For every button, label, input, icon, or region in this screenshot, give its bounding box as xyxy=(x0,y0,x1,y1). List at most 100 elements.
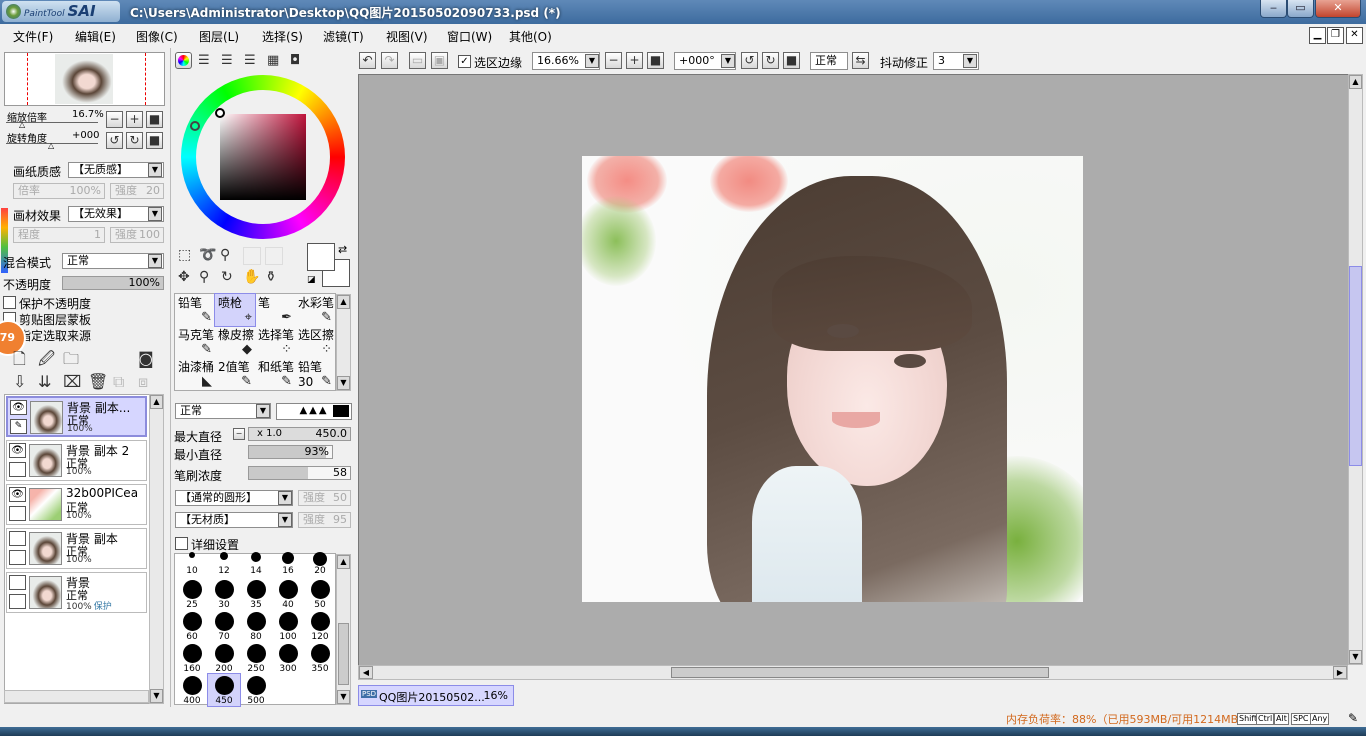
scratchpad-tab-icon[interactable]: ◘ xyxy=(290,52,300,69)
navigator-preview[interactable] xyxy=(4,52,165,106)
rotate-right-icon[interactable]: ↻ xyxy=(126,132,143,149)
rotate-slider-handle[interactable]: △ xyxy=(48,141,54,150)
hue-picker-handle[interactable] xyxy=(190,121,200,131)
brush-shape-select[interactable]: 【通常的圆形】 xyxy=(175,490,293,506)
size-scroll-down-icon[interactable]: ▼ xyxy=(337,690,350,704)
layer-lock-icon[interactable] xyxy=(9,462,26,477)
user-swatch-tab-icon[interactable]: ▦ xyxy=(267,52,279,69)
undo-icon[interactable]: ↶ xyxy=(359,52,376,69)
rotate-left-icon[interactable]: ↺ xyxy=(106,132,123,149)
rotate-view-icon[interactable]: ↻ xyxy=(221,269,233,286)
blend-mode-dropdown-icon[interactable]: ▼ xyxy=(148,254,162,268)
clear-layer-icon[interactable]: ⌧ xyxy=(63,373,81,390)
eye-icon[interactable]: 👁 xyxy=(10,400,27,415)
maximize-button[interactable]: ▭ xyxy=(1287,0,1314,18)
tool-7[interactable]: 选区擦 ⁘ xyxy=(295,326,335,358)
size-scroll-thumb[interactable] xyxy=(338,623,349,685)
brush-texture-select[interactable]: 【无材质】 xyxy=(175,512,293,528)
canvas-scroll-left-icon[interactable]: ◀ xyxy=(359,666,373,679)
tool-3[interactable]: 水彩笔 ✎ xyxy=(295,294,335,326)
transfer-down-icon[interactable]: ⇩ xyxy=(13,373,26,390)
document-tab[interactable]: PSD QQ图片20150502... 16% xyxy=(358,685,514,706)
tool-8[interactable]: 油漆桶 ◣ xyxy=(175,358,215,390)
color-picker-handle[interactable] xyxy=(215,108,225,118)
tool-list-scrollbar[interactable]: ▲ ▼ xyxy=(336,294,351,391)
brush-size-option[interactable]: 160 xyxy=(176,642,208,674)
brush-size-option[interactable]: 60 xyxy=(176,610,208,642)
layer-row[interactable]: 背景 正常 100% 保护 xyxy=(6,572,147,613)
delete-layer-icon[interactable]: 🗑 xyxy=(88,373,108,390)
brush-mode-dropdown-icon[interactable]: ▼ xyxy=(256,404,270,418)
menu-item-5[interactable]: 滤镜(T) xyxy=(323,28,364,45)
layer-row[interactable]: 👁 ✎ 背景 副本... 正常 100% xyxy=(6,396,147,437)
toolbar-rotate-dropdown-icon[interactable]: ▼ xyxy=(721,54,735,68)
toolbar-zoom-dropdown-icon[interactable]: ▼ xyxy=(585,54,599,68)
tool-2[interactable]: 笔 ✒ xyxy=(255,294,295,326)
swap-colors-icon[interactable]: ⇄ xyxy=(338,243,347,256)
brush-size-option[interactable]: 120 xyxy=(304,610,336,642)
canvas-image[interactable] xyxy=(582,156,1083,602)
menu-item-4[interactable]: 选择(S) xyxy=(262,28,303,45)
toolbar-zoom-reset-icon[interactable]: ■ xyxy=(647,52,664,69)
brush-size-option[interactable]: 100 xyxy=(272,610,304,642)
canvas-scroll-up-icon[interactable]: ▲ xyxy=(1349,75,1362,89)
magic-wand-icon[interactable]: ⚲ xyxy=(220,247,230,264)
toolbar-rotate-reset-icon[interactable]: ■ xyxy=(783,52,800,69)
toolbar-zoom-out-icon[interactable]: − xyxy=(605,52,622,69)
brush-edge-hard-selected[interactable] xyxy=(333,405,349,417)
max-size-slider[interactable]: x 1.0 450.0 xyxy=(248,427,351,441)
stabilizer-dropdown-icon[interactable]: ▼ xyxy=(963,54,977,68)
tool-10[interactable]: 和纸笔 ✎ xyxy=(255,358,295,390)
lasso-icon[interactable]: ➰ xyxy=(199,247,216,264)
brush-texture-dropdown-icon[interactable]: ▼ xyxy=(278,513,292,527)
brush-shape-dropdown-icon[interactable]: ▼ xyxy=(278,491,292,505)
eye-hidden-icon[interactable] xyxy=(9,531,26,546)
menu-item-6[interactable]: 视图(V) xyxy=(386,28,428,45)
tool-5[interactable]: 橡皮擦 ◆ xyxy=(215,326,255,358)
brush-size-option[interactable]: 25 xyxy=(176,578,208,610)
eye-hidden-icon[interactable] xyxy=(9,575,26,590)
brush-size-option[interactable]: 450 xyxy=(207,673,241,707)
mdi-minimize-button[interactable]: ▁ xyxy=(1309,27,1326,44)
tool-scroll-up-icon[interactable]: ▲ xyxy=(337,295,350,309)
layer-list-hscrollbar[interactable] xyxy=(4,690,149,703)
menu-item-8[interactable]: 其他(O) xyxy=(509,28,552,45)
menu-item-0[interactable]: 文件(F) xyxy=(13,28,53,45)
minimize-button[interactable]: ‒ xyxy=(1260,0,1287,18)
advanced-settings-checkbox[interactable] xyxy=(175,537,188,550)
brush-size-option[interactable]: 300 xyxy=(272,642,304,674)
toolbar-mode-button[interactable]: 正常 xyxy=(810,52,848,70)
layer-option-checkbox-0[interactable] xyxy=(3,296,16,309)
canvas-scroll-right-icon[interactable]: ▶ xyxy=(1333,666,1347,679)
canvas-area[interactable] xyxy=(358,74,1348,665)
brush-size-option[interactable]: 10 xyxy=(176,552,208,576)
eye-icon[interactable]: 👁 xyxy=(9,443,26,458)
zoom-reset-icon[interactable]: ■ xyxy=(146,111,163,128)
canvas-vscrollbar[interactable]: ▲ ▼ xyxy=(1348,74,1363,665)
layer-row[interactable]: 背景 副本 正常 100% xyxy=(6,528,147,569)
brush-size-option[interactable]: 40 xyxy=(272,578,304,610)
brush-size-option[interactable]: 30 xyxy=(208,578,240,610)
menu-item-3[interactable]: 图层(L) xyxy=(199,28,239,45)
canvas-hscrollbar[interactable]: ◀ ▶ xyxy=(358,665,1348,680)
toolbar-rotate-right-icon[interactable]: ↻ xyxy=(762,52,779,69)
paper-texture-dropdown-icon[interactable]: ▼ xyxy=(148,163,162,177)
mdi-restore-button[interactable]: ❐ xyxy=(1327,27,1344,44)
tool-11[interactable]: 铅笔30 ✎ xyxy=(295,358,335,390)
brush-lock-icon[interactable]: ✎ xyxy=(10,419,27,434)
zoom-slider-handle[interactable]: △ xyxy=(19,120,25,129)
brush-size-option[interactable]: 12 xyxy=(208,552,240,576)
rotate-reset-icon[interactable]: ■ xyxy=(146,132,163,149)
zoom-out-icon[interactable]: − xyxy=(106,111,123,128)
brush-size-option[interactable]: 80 xyxy=(240,610,272,642)
brush-size-option[interactable]: 400 xyxy=(176,674,208,706)
menu-item-2[interactable]: 图像(C) xyxy=(136,28,178,45)
max-size-toggle-icon[interactable]: − xyxy=(233,428,245,440)
merge-down-icon[interactable]: ⇊ xyxy=(38,373,51,390)
hand-icon[interactable]: ✋ xyxy=(243,269,260,286)
tool-1[interactable]: 喷枪 ⌖ xyxy=(214,293,256,327)
brush-size-option[interactable]: 16 xyxy=(272,552,304,576)
layer-mask-icon[interactable]: ◙ xyxy=(138,350,154,367)
zoom-in-icon[interactable]: + xyxy=(126,111,143,128)
layer-lock-icon[interactable] xyxy=(9,506,26,521)
